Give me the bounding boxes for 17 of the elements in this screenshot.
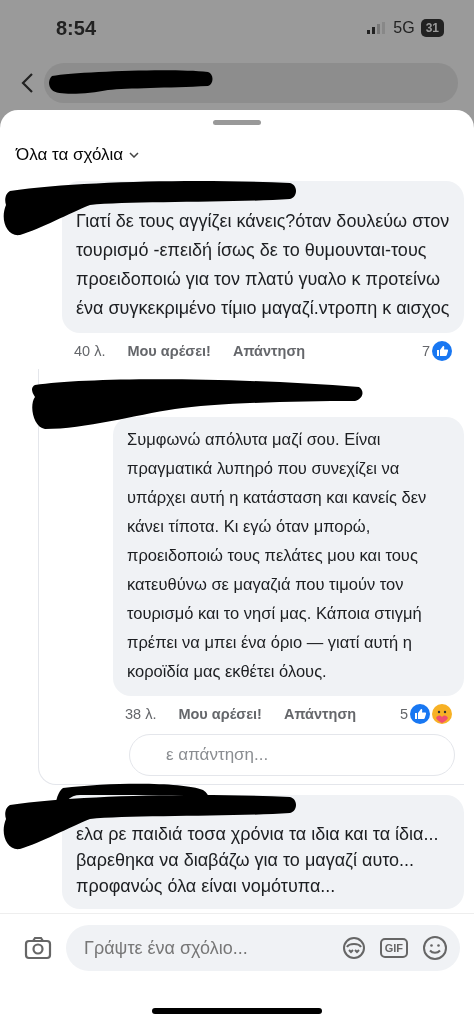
comment-bubble: Συμφωνώ απόλυτα μαζί σου. Είναι πραγματικά λυπηρό που συνεχίζει να υπάρχει αυτή η κατάσταση και κανείς δεν κάνει τίποτα. Κι εγώ όταν μπορώ, προειδοποιώ τους πελάτες μου και τους κατευθύνω σε μαγαζιά που τιμούν τον τουρισμό και το νησί μας. Κάποια στιγμή πρέπει να μπει ένα όριο — γιατί αυτή η κοροϊδία μας εκθέτει όλους. (113, 417, 464, 696)
reaction-count: 7 (421, 343, 430, 359)
comment-time: 40 λ. (74, 343, 106, 359)
reply-link[interactable]: Απάντηση (283, 706, 357, 722)
reaction-count: 5 (399, 706, 408, 722)
network-label: 5G (393, 19, 415, 37)
reply-field[interactable]: ε απάντηση... (129, 734, 455, 776)
status-time: 8:54 (56, 16, 97, 40)
comment-bubble: Γιατί δε τους αγγίζει κάνεις?όταν δουλεύω στον τουρισμό -επειδή ίσως δε το θυμουνται-τους προειδοποιώ για τον πλατύ γυαλο κ προτείνω ένα συγκεκριμένο τίμιο μαγαζί.ντροπη κ αισχος (62, 181, 464, 333)
sort-label[interactable]: Όλα τα σχόλια (16, 145, 124, 165)
reply-link[interactable]: Απάντηση (232, 343, 306, 359)
comment-field[interactable]: Γράψτε ένα σχόλιο... GIF (66, 925, 460, 971)
like-link[interactable]: Μου αρέσει! (127, 343, 211, 359)
battery-indicator: 31 (420, 19, 444, 37)
gif-button[interactable]: GIF (379, 938, 408, 958)
like-link[interactable]: Μου αρέσει! (178, 706, 262, 722)
comment-time: 38 λ. (125, 706, 157, 722)
